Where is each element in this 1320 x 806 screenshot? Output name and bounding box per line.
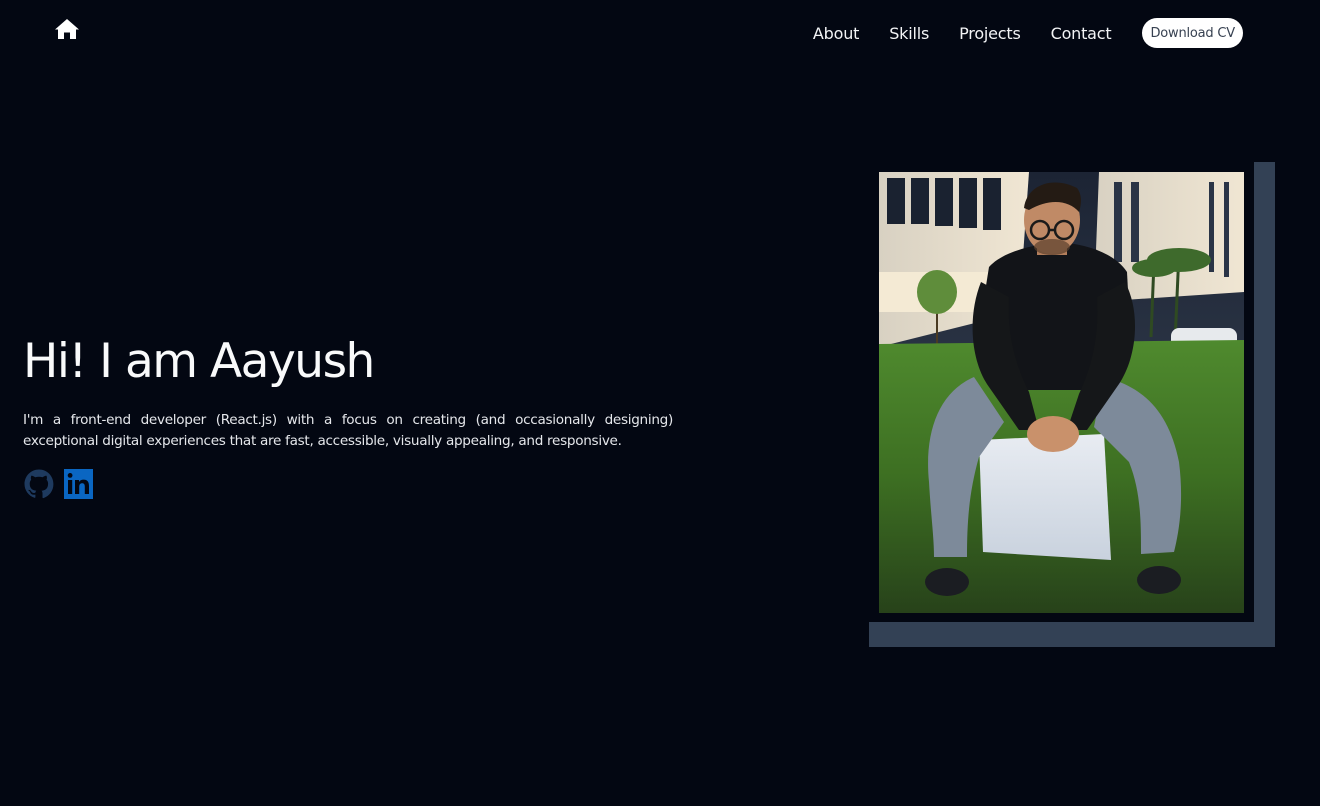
hero-description: I'm a front-end developer (React.js) wit…	[23, 412, 673, 449]
github-link[interactable]	[23, 468, 55, 500]
nav-link-projects[interactable]: Projects	[959, 24, 1021, 43]
nav-link-skills[interactable]: Skills	[889, 24, 929, 43]
page: About Skills Projects Contact Download C…	[0, 0, 1320, 806]
main-nav: About Skills Projects Contact Download C…	[813, 18, 1243, 48]
home-link[interactable]	[54, 18, 80, 40]
nav-link-contact[interactable]: Contact	[1051, 24, 1112, 43]
nav-link-about[interactable]: About	[813, 24, 860, 43]
hero-title: Hi! I am Aayush	[23, 334, 375, 389]
social-links	[23, 468, 93, 500]
home-icon	[54, 18, 80, 40]
profile-photo	[879, 172, 1244, 613]
linkedin-icon	[64, 469, 93, 499]
download-cv-button[interactable]: Download CV	[1142, 18, 1243, 48]
linkedin-link[interactable]	[64, 469, 93, 499]
github-icon	[23, 468, 55, 500]
